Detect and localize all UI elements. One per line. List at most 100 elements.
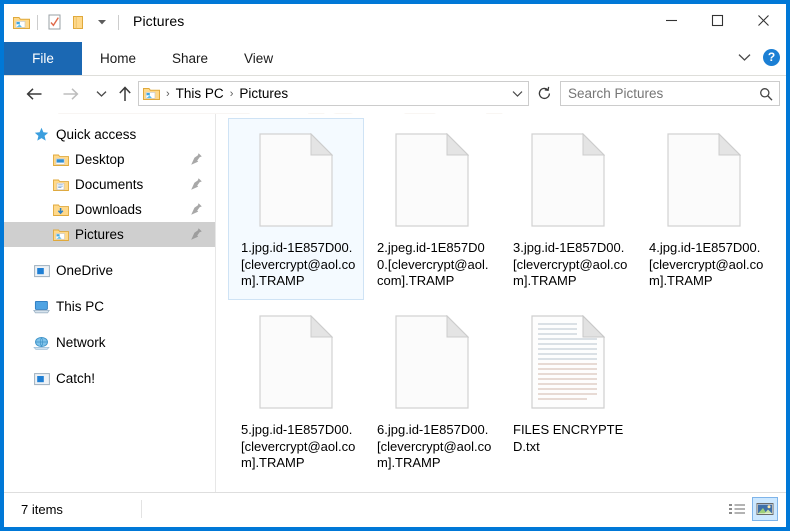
- tab-home[interactable]: Home: [82, 42, 154, 75]
- breadcrumb-this-pc[interactable]: This PC: [174, 86, 226, 101]
- properties-icon[interactable]: [43, 11, 65, 33]
- pin-icon[interactable]: [190, 202, 203, 216]
- pictures-folder-icon: [52, 226, 69, 243]
- network-icon: [33, 334, 50, 351]
- up-button[interactable]: [111, 80, 139, 108]
- pin-icon[interactable]: [190, 152, 203, 166]
- blank-file-icon: [520, 122, 616, 238]
- sidebar-item-label: This PC: [56, 299, 105, 314]
- sidebar-item-label: Quick access: [56, 127, 137, 142]
- sidebar-item-quick-access[interactable]: Quick access: [4, 122, 215, 147]
- close-button[interactable]: [740, 4, 786, 36]
- qat-separator-2: [118, 14, 119, 30]
- file-item[interactable]: 6.jpg.id-1E857D00.[clevercrypt@aol.com].…: [364, 300, 500, 482]
- sidebar-item-label: Documents: [75, 177, 144, 192]
- blank-file-icon: [384, 304, 480, 420]
- ribbon-tabs: File Home Share View: [4, 42, 291, 75]
- forward-button[interactable]: [56, 80, 84, 108]
- pictures-folder-icon[interactable]: [10, 11, 32, 33]
- search-input[interactable]: [561, 82, 752, 105]
- star-icon: [33, 126, 50, 143]
- file-grid: 1.jpg.id-1E857D00.[clevercrypt@aol.com].…: [228, 118, 784, 482]
- onedrive-icon: [33, 262, 50, 279]
- window-controls: [648, 4, 786, 36]
- view-mode-buttons: [724, 497, 778, 521]
- item-count-label: 7 items: [21, 502, 63, 517]
- sidebar-item-onedrive[interactable]: OneDrive: [4, 258, 215, 283]
- large-icons-view-button[interactable]: [752, 497, 778, 521]
- sidebar-item-pictures[interactable]: Pictures: [4, 222, 215, 247]
- tab-view[interactable]: View: [226, 42, 291, 75]
- maximize-button[interactable]: [694, 4, 740, 36]
- ribbon-right-controls: ?: [733, 46, 780, 68]
- this-pc-icon: [33, 298, 50, 315]
- file-item[interactable]: 4.jpg.id-1E857D00.[clevercrypt@aol.com].…: [636, 118, 772, 300]
- search-box[interactable]: [560, 81, 780, 106]
- tab-file[interactable]: File: [4, 42, 82, 75]
- file-explorer-window: p c r s k . c o m ri z: [0, 0, 790, 531]
- file-name: 5.jpg.id-1E857D00.[clevercrypt@aol.com].…: [241, 422, 356, 470]
- sidebar-item-label: Catch!: [56, 371, 96, 386]
- status-bar: 7 items: [4, 492, 786, 527]
- sidebar-item-this-pc[interactable]: This PC: [4, 294, 215, 319]
- ribbon-tab-bar: File Home Share View ?: [4, 42, 786, 75]
- navigation-pane: Quick access Desktop Documents Downloads…: [4, 114, 215, 493]
- pin-icon[interactable]: [190, 177, 203, 191]
- breadcrumb-separator: ›: [166, 87, 170, 100]
- help-icon[interactable]: ?: [763, 48, 780, 66]
- navigation-bar: › This PC › Pictures: [4, 76, 786, 113]
- refresh-button[interactable]: [532, 81, 556, 106]
- sidebar-item-label: OneDrive: [56, 263, 114, 278]
- details-view-button[interactable]: [724, 497, 750, 521]
- quick-access-toolbar: [10, 9, 122, 35]
- title-bar: Pictures: [4, 4, 786, 42]
- sidebar-item-label: Pictures: [75, 227, 124, 242]
- file-name: 3.jpg.id-1E857D00.[clevercrypt@aol.com].…: [513, 240, 628, 288]
- breadcrumb-pictures[interactable]: Pictures: [237, 86, 290, 101]
- breadcrumb-separator-2: ›: [229, 87, 234, 100]
- catch-drive-icon: [33, 370, 50, 387]
- blank-file-icon: [656, 122, 752, 238]
- address-bar[interactable]: › This PC › Pictures: [138, 81, 529, 106]
- file-name: 1.jpg.id-1E857D00.[clevercrypt@aol.com].…: [241, 240, 356, 288]
- downloads-folder-icon: [52, 201, 69, 218]
- customize-dropdown-icon[interactable]: [91, 11, 113, 33]
- sidebar-item-label: Desktop: [75, 152, 125, 167]
- sidebar-item-catch[interactable]: Catch!: [4, 366, 215, 391]
- file-list-pane[interactable]: 1.jpg.id-1E857D00.[clevercrypt@aol.com].…: [216, 114, 786, 493]
- file-name: FILES ENCRYPTED.txt: [513, 422, 624, 454]
- window-title: Pictures: [133, 13, 185, 29]
- tab-share[interactable]: Share: [154, 42, 226, 75]
- blank-file-icon: [248, 122, 344, 238]
- sidebar-item-downloads[interactable]: Downloads: [4, 197, 215, 222]
- desktop-folder-icon: [52, 151, 69, 168]
- status-separator: [141, 500, 142, 518]
- minimize-button[interactable]: [648, 4, 694, 36]
- pictures-folder-icon: [143, 86, 160, 101]
- sidebar-item-network[interactable]: Network: [4, 330, 215, 355]
- new-folder-icon[interactable]: [67, 11, 89, 33]
- sidebar-item-desktop[interactable]: Desktop: [4, 147, 215, 172]
- text-file-icon: [520, 304, 616, 420]
- file-name: 4.jpg.id-1E857D00.[clevercrypt@aol.com].…: [649, 240, 764, 288]
- sidebar-item-label: Network: [56, 335, 106, 350]
- blank-file-icon: [248, 304, 344, 420]
- file-item[interactable]: FILES ENCRYPTED.txt: [500, 300, 636, 482]
- back-button[interactable]: [20, 80, 48, 108]
- file-name: 2.jpeg.id-1E857D00.[clevercrypt@aol.com]…: [377, 240, 489, 288]
- qat-separator: [37, 14, 38, 30]
- file-item[interactable]: 5.jpg.id-1E857D00.[clevercrypt@aol.com].…: [228, 300, 364, 482]
- file-item[interactable]: 3.jpg.id-1E857D00.[clevercrypt@aol.com].…: [500, 118, 636, 300]
- file-name: 6.jpg.id-1E857D00.[clevercrypt@aol.com].…: [377, 422, 492, 470]
- content-area: Quick access Desktop Documents Downloads…: [4, 114, 786, 493]
- file-item[interactable]: 1.jpg.id-1E857D00.[clevercrypt@aol.com].…: [228, 118, 364, 300]
- pin-icon[interactable]: [190, 227, 203, 241]
- sidebar-item-label: Downloads: [75, 202, 142, 217]
- search-icon[interactable]: [753, 87, 779, 101]
- chevron-down-icon[interactable]: [506, 90, 528, 98]
- file-item[interactable]: 2.jpeg.id-1E857D00.[clevercrypt@aol.com]…: [364, 118, 500, 300]
- sidebar-item-documents[interactable]: Documents: [4, 172, 215, 197]
- documents-folder-icon: [52, 176, 69, 193]
- blank-file-icon: [384, 122, 480, 238]
- chevron-down-icon[interactable]: [733, 46, 755, 68]
